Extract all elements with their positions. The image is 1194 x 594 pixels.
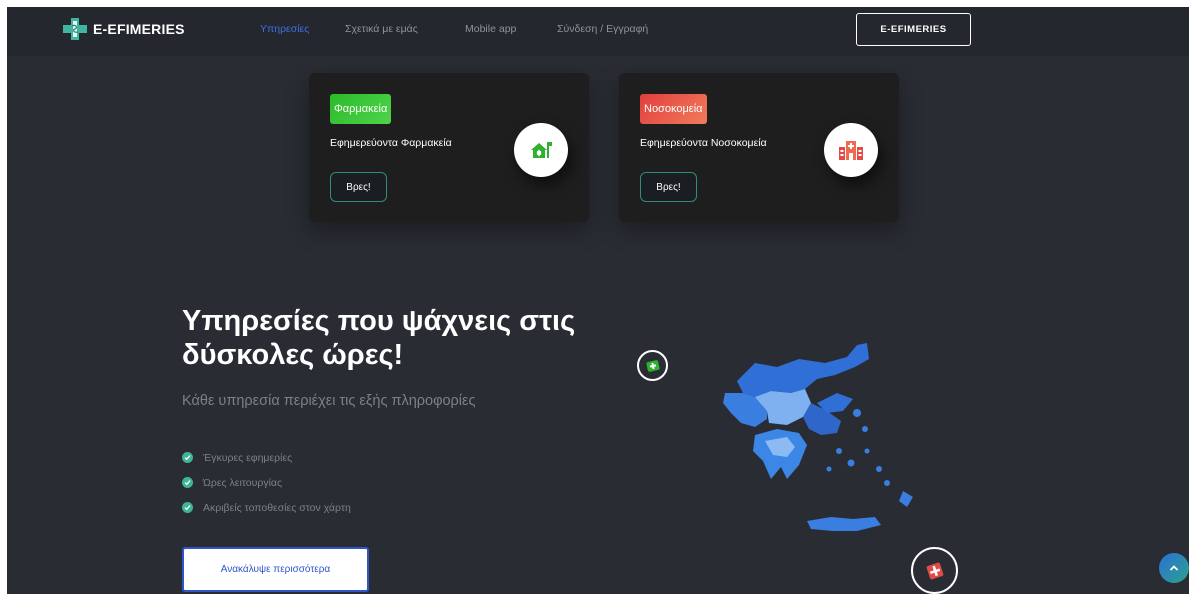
feature-text: Ώρες λειτουργίας (203, 476, 283, 489)
hero-title: Υπηρεσίες που ψάχνεις στις δύσκολες ώρες… (182, 304, 622, 372)
pharmacy-find-button[interactable]: Βρες! (330, 172, 387, 202)
pharmacy-logo-icon (63, 18, 87, 40)
hero-subtitle: Κάθε υπηρεσία περιέχει τις εξής πληροφορ… (182, 393, 476, 409)
pharmacy-icon-circle (514, 123, 568, 177)
feature-text: Ακριβείς τοποθεσίες στον χάρτη (203, 501, 351, 514)
hospital-pin-icon (926, 562, 943, 579)
page-frame: E-EFIMERIES Υπηρεσίες Σχετικά με εμάς Mo… (7, 7, 1189, 594)
pharmacy-pin-icon (645, 359, 660, 372)
greece-map-illustration (723, 343, 913, 531)
list-item: Ακριβείς τοποθεσίες στον χάρτη (182, 495, 351, 520)
pharmacy-card-title: Εφημερεύοντα Φαρμακεία (330, 137, 452, 149)
hero-title-line-1: Υπηρεσίες που ψάχνεις στις (182, 305, 576, 337)
discover-more-button[interactable]: Ανακάλυψε περισσότερα (182, 547, 369, 592)
check-circle-icon (182, 452, 193, 463)
feature-text: Έγκυρες εφημερίες (203, 451, 293, 464)
hospital-find-button[interactable]: Βρες! (640, 172, 697, 202)
map-region-crete (807, 517, 881, 531)
chevron-up-icon (1170, 565, 1178, 571)
pharmacy-map-badge (637, 350, 668, 381)
nav-link-about[interactable]: Σχετικά με εμάς (345, 23, 418, 35)
brand[interactable]: E-EFIMERIES (63, 18, 185, 40)
hospital-badge: Νοσοκομεία (640, 94, 707, 124)
pharmacy-badge: Φαρμακεία (330, 94, 392, 124)
nav-link-login-register[interactable]: Σύνδεση / Εγγραφή (557, 23, 648, 35)
hospital-service-card: Νοσοκομεία Εφημερεύοντα Νοσοκομεία Βρες! (619, 73, 899, 222)
scroll-to-top-button[interactable] (1159, 553, 1189, 583)
pharmacy-house-icon (531, 142, 552, 158)
check-circle-icon (182, 477, 193, 488)
list-item: Ώρες λειτουργίας (182, 470, 351, 495)
nav-link-services[interactable]: Υπηρεσίες (260, 23, 309, 35)
hospital-icon-circle (824, 123, 878, 177)
navbar: E-EFIMERIES Υπηρεσίες Σχετικά με εμάς Mo… (7, 7, 1189, 56)
hospital-card-title: Εφημερεύοντα Νοσοκομεία (640, 137, 767, 149)
hospital-map-badge (911, 547, 958, 594)
hospital-building-icon (839, 141, 863, 160)
brand-name: E-EFIMERIES (93, 21, 185, 37)
pharmacy-service-card: Φαρμακεία Εφημερεύοντα Φαρμακεία Βρες! (309, 73, 589, 222)
map-region-north (737, 343, 869, 397)
check-circle-icon (182, 502, 193, 513)
hero-title-line-2: δύσκολες ώρες! (182, 339, 404, 371)
nav-link-mobile-app[interactable]: Mobile app (465, 23, 516, 35)
list-item: Έγκυρες εφημερίες (182, 445, 351, 470)
nav-cta-button[interactable]: E-EFIMERIES (856, 13, 971, 46)
map-region-rhodes (899, 491, 913, 507)
feature-list: Έγκυρες εφημερίες Ώρες λειτουργίας Ακριβ… (182, 445, 351, 520)
